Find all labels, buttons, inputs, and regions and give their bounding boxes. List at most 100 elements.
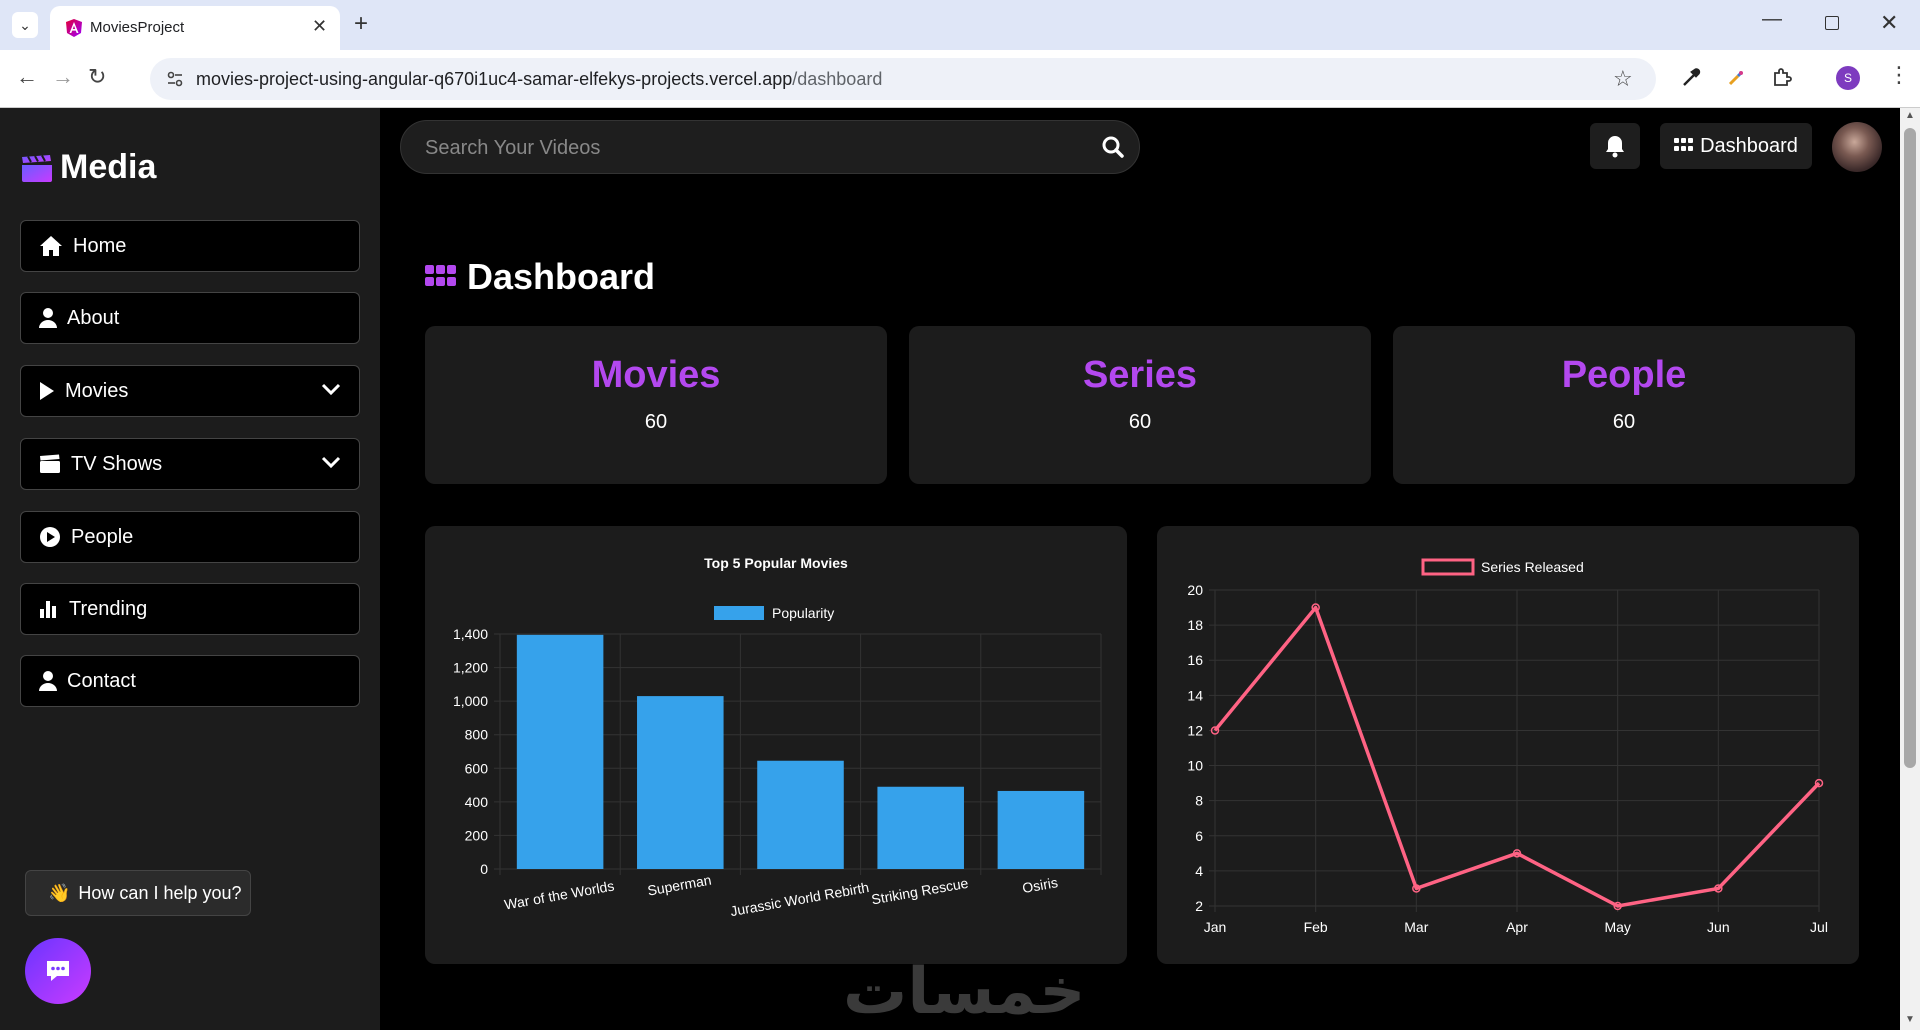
chat-help-bubble[interactable]: 👋 How can I help you? <box>25 870 251 916</box>
tab-search-button[interactable]: ⌄ <box>12 12 38 38</box>
brand-logo[interactable]: Media <box>20 148 156 187</box>
stat-card-series: Series 60 <box>909 326 1371 484</box>
sidebar-item-people[interactable]: People <box>20 511 360 563</box>
stat-label: Movies <box>591 354 721 396</box>
profile-avatar[interactable]: S <box>1836 66 1860 90</box>
legend-swatch <box>714 606 764 620</box>
x-tick-label: Jurassic World Rebirth <box>729 879 870 919</box>
sidebar-item-home[interactable]: Home <box>20 220 360 272</box>
site-settings-icon[interactable] <box>166 70 184 88</box>
bookmark-star-icon[interactable]: ☆ <box>1613 66 1633 92</box>
maximize-icon[interactable] <box>1825 16 1839 30</box>
notifications-button[interactable] <box>1590 123 1640 169</box>
sidebar-item-label: Movies <box>65 379 129 402</box>
forward-icon[interactable]: → <box>52 64 74 90</box>
stat-value: 60 <box>1612 411 1636 433</box>
sidebar-item-label: TV Shows <box>71 452 163 475</box>
sidebar-item-about[interactable]: About <box>20 292 360 344</box>
search-input[interactable] <box>425 135 1075 161</box>
legend-swatch <box>1421 558 1475 576</box>
scroll-down-icon[interactable]: ▼ <box>1905 1014 1915 1025</box>
y-tick-label: 2 <box>1195 898 1203 914</box>
back-icon[interactable]: ← <box>16 64 38 90</box>
bell-icon <box>1606 136 1624 158</box>
y-tick-label: 600 <box>465 760 489 776</box>
bar-chart-card: Top 5 Popular Movies Popularity 0 200 400 600… <box>425 526 1127 964</box>
extensions-icon[interactable] <box>1768 64 1796 92</box>
page-scrollbar[interactable]: ▲ ▼ <box>1900 108 1920 1030</box>
y-tick-label: 800 <box>465 727 489 743</box>
x-tick-label: War of the Worlds <box>503 878 615 913</box>
sidebar-item-contact[interactable]: Contact <box>20 655 360 707</box>
page-title: Dashboard <box>425 256 655 298</box>
tab-title: MoviesProject <box>90 19 185 36</box>
stat-label: People <box>1561 354 1687 396</box>
close-tab-icon[interactable]: ✕ <box>312 16 327 37</box>
x-tick-label: Jul <box>1810 919 1828 935</box>
x-tick-label: Striking Rescue <box>870 875 970 908</box>
color-picker-icon[interactable] <box>1722 64 1750 92</box>
stat-value: 60 <box>644 411 668 433</box>
reload-icon[interactable]: ↻ <box>88 64 106 90</box>
y-tick-label: 20 <box>1187 582 1203 598</box>
legend-label: Series Released <box>1481 559 1584 575</box>
browser-chrome: ⌄ MoviesProject ✕ + — ✕ ← → ↻ movies-pro… <box>0 0 1920 108</box>
bar <box>877 786 964 869</box>
chevron-down-icon[interactable] <box>321 382 341 396</box>
clapperboard-icon <box>22 154 52 182</box>
sidebar-item-tv-shows[interactable]: TV Shows <box>20 438 360 490</box>
bar <box>757 760 844 869</box>
y-tick-label: 16 <box>1187 652 1203 668</box>
y-tick-label: 1,400 <box>453 626 488 642</box>
page-title-text: Dashboard <box>467 256 656 297</box>
browser-tab[interactable]: MoviesProject ✕ <box>50 6 340 50</box>
sidebar-item-label: Trending <box>69 597 148 620</box>
sidebar-item-movies[interactable]: Movies <box>20 365 360 417</box>
new-tab-button[interactable]: + <box>354 10 368 38</box>
eyedropper-icon[interactable] <box>1676 64 1704 92</box>
bar-chart: Top 5 Popular Movies Popularity 0 200 400 600… <box>453 555 1102 919</box>
user-icon <box>39 671 57 691</box>
scroll-up-icon[interactable]: ▲ <box>1905 110 1915 121</box>
clapperboard-icon <box>40 454 60 473</box>
bar <box>997 790 1085 869</box>
dashboard-button[interactable]: Dashboard <box>1660 123 1812 169</box>
y-tick-label: 18 <box>1187 617 1203 633</box>
dashboard-button-label: Dashboard <box>1700 134 1798 157</box>
search-bar <box>400 120 1140 174</box>
y-tick-label: 0 <box>480 861 488 877</box>
angular-icon <box>66 19 82 37</box>
bar-chart-icon <box>40 601 56 618</box>
help-text: How can I help you? <box>78 882 242 903</box>
bar <box>637 696 724 869</box>
window-close-icon[interactable]: ✕ <box>1880 10 1898 36</box>
browser-menu-icon[interactable]: ⋮ <box>1888 62 1910 88</box>
waving-hand-icon: 👋 <box>48 882 71 903</box>
x-tick-label: Osiris <box>1021 874 1059 896</box>
chevron-down-icon[interactable] <box>321 455 341 469</box>
address-bar[interactable]: movies-project-using-angular-q670i1uc4-s… <box>150 58 1656 100</box>
url-path: /dashboard <box>792 69 883 89</box>
home-icon <box>40 236 62 256</box>
play-circle-icon <box>40 527 60 547</box>
y-tick-label: 400 <box>465 794 489 810</box>
search-icon[interactable] <box>1101 135 1125 159</box>
sidebar-item-trending[interactable]: Trending <box>20 583 360 635</box>
user-avatar[interactable] <box>1832 122 1882 172</box>
line-chart-card: Series Released 2 4 6 8 10 12 14 16 18 20 Jan Feb Mar… <box>1157 526 1859 964</box>
main-content: Dashboard Dashboard Movies 60 Series 60 … <box>380 108 1900 1030</box>
y-tick-label: 4 <box>1195 863 1203 879</box>
chart-title: Top 5 Popular Movies <box>704 555 848 571</box>
url-text[interactable]: movies-project-using-angular-q670i1uc4-s… <box>196 69 882 90</box>
scroll-thumb[interactable] <box>1904 128 1916 768</box>
x-tick-label: May <box>1604 919 1630 935</box>
chat-open-button[interactable] <box>25 938 91 1004</box>
stat-value: 60 <box>1128 411 1152 433</box>
y-tick-label: 200 <box>465 827 489 843</box>
minimize-icon[interactable]: — <box>1762 8 1782 31</box>
y-tick-label: 1,000 <box>453 693 488 709</box>
bar <box>516 634 604 869</box>
legend-label: Popularity <box>772 605 834 621</box>
tab-strip: ⌄ MoviesProject ✕ + — ✕ <box>0 0 1920 50</box>
y-tick-label: 10 <box>1187 758 1203 774</box>
